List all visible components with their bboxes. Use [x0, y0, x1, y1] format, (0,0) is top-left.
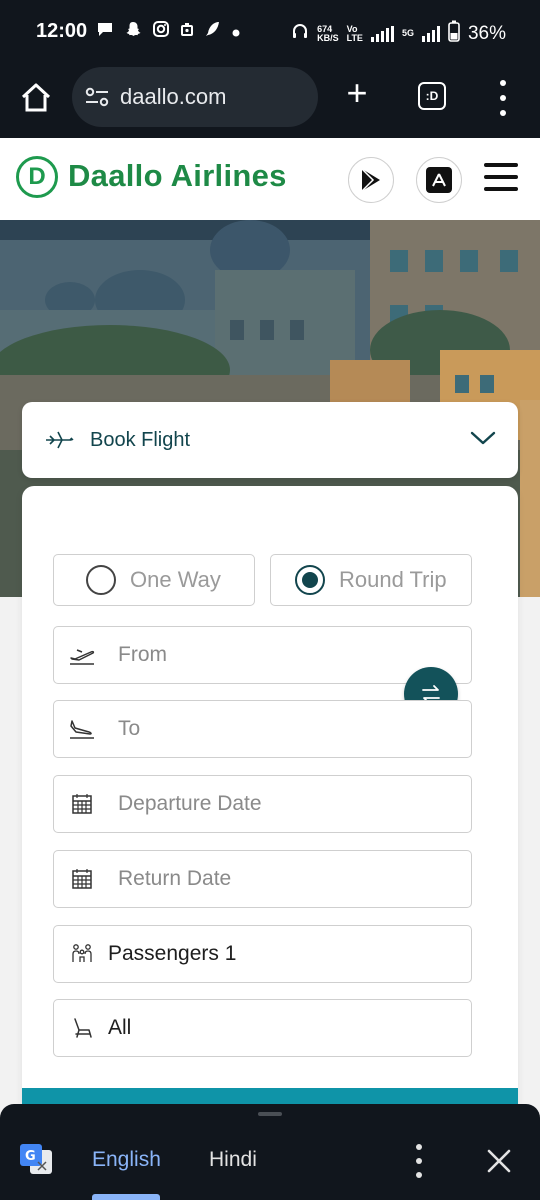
volte-indicator: Vo LTE: [346, 24, 363, 43]
google-play-icon: [361, 168, 380, 192]
volte-bottom: LTE: [346, 32, 363, 43]
book-flight-label: Book Flight: [90, 428, 191, 451]
daallo-logo-icon[interactable]: D: [16, 156, 58, 198]
active-tab-indicator: [92, 1194, 160, 1200]
app-store-button[interactable]: [416, 157, 462, 203]
round-trip-label: Round Trip: [339, 567, 447, 592]
booking-form: One Way Round Trip From To Departure Dat…: [22, 486, 518, 1126]
from-field[interactable]: From: [53, 626, 472, 684]
network-speed-unit: KB/S: [317, 32, 339, 43]
app-store-icon: [426, 167, 452, 193]
notification-icons: [96, 20, 240, 43]
round-trip-radio[interactable]: [295, 565, 325, 595]
return-placeholder: Return Date: [118, 867, 232, 890]
status-time: 12:00: [36, 20, 88, 42]
from-placeholder: From: [118, 643, 167, 666]
address-bar[interactable]: daallo.com: [72, 67, 318, 127]
one-way-option[interactable]: One Way: [53, 554, 255, 606]
home-button[interactable]: [18, 80, 54, 116]
google-translate-icon: G: [20, 1144, 52, 1174]
chevron-down-icon: [470, 431, 496, 445]
headphones-icon: [291, 22, 309, 45]
site-settings-icon: [85, 87, 109, 107]
hamburger-menu-icon[interactable]: [484, 163, 518, 191]
departure-date-field[interactable]: Departure Date: [53, 775, 472, 833]
takeoff-icon: [68, 643, 96, 667]
source-language-tab[interactable]: English: [92, 1148, 161, 1172]
google-play-button[interactable]: [348, 157, 394, 203]
passengers-label: Passengers 1: [108, 942, 237, 965]
cabin-class-label: All: [108, 1016, 132, 1039]
network-type-label: 5G: [401, 28, 414, 38]
browser-toolbar: daallo.com + :D: [0, 62, 540, 138]
tab-switcher-button[interactable]: :D: [418, 82, 446, 110]
translate-options-button[interactable]: [414, 1144, 424, 1178]
landing-icon: [68, 717, 96, 741]
search-button-edge[interactable]: [22, 1088, 518, 1104]
calendar-icon: [68, 867, 96, 891]
url-text: daallo.com: [120, 84, 227, 109]
one-way-label: One Way: [130, 567, 221, 592]
target-language-tab[interactable]: Hindi: [209, 1148, 257, 1172]
instagram-icon: [152, 20, 170, 43]
family-icon: [68, 942, 96, 966]
svg-text:G: G: [25, 1149, 36, 1164]
chat-notification-icon: [96, 20, 114, 43]
browser-menu-button[interactable]: [496, 80, 510, 116]
site-header: D Daallo Airlines: [0, 138, 540, 220]
snapchat-icon: [124, 20, 142, 43]
drag-handle[interactable]: [258, 1112, 282, 1116]
one-way-radio[interactable]: [86, 565, 116, 595]
close-icon[interactable]: [484, 1146, 514, 1176]
network-type: 5G: [402, 29, 414, 38]
to-placeholder: To: [118, 717, 141, 740]
airplane-icon: [46, 431, 74, 449]
system-icons: 674 KB/S Vo LTE 5G 36%: [291, 20, 506, 47]
departure-placeholder: Departure Date: [118, 792, 262, 815]
signal-strength-icon-2: [421, 25, 440, 42]
signal-strength-icon: [370, 25, 394, 42]
status-bar: 12:00 674 KB/S Vo LTE 5G 36%: [0, 0, 540, 62]
calendar-icon: [68, 792, 96, 816]
passengers-field[interactable]: Passengers 1: [53, 925, 472, 983]
new-tab-button[interactable]: +: [340, 75, 374, 112]
return-date-field[interactable]: Return Date: [53, 850, 472, 908]
seat-icon: [68, 1016, 96, 1040]
cabin-class-field[interactable]: All: [53, 999, 472, 1057]
network-speed: 674 KB/S: [317, 24, 339, 43]
more-notifications-dot-icon: [232, 21, 240, 42]
home-icon: [21, 83, 51, 112]
app-notification-icon: [180, 21, 194, 42]
battery-icon: [448, 20, 460, 47]
brand-name[interactable]: Daallo Airlines: [68, 158, 287, 194]
feather-icon: [204, 20, 222, 43]
translate-bar: G English Hindi: [0, 1104, 540, 1200]
to-field[interactable]: To: [53, 700, 472, 758]
battery-percent: 36%: [467, 22, 506, 44]
book-flight-dropdown[interactable]: Book Flight: [22, 402, 518, 478]
round-trip-option[interactable]: Round Trip: [270, 554, 472, 606]
